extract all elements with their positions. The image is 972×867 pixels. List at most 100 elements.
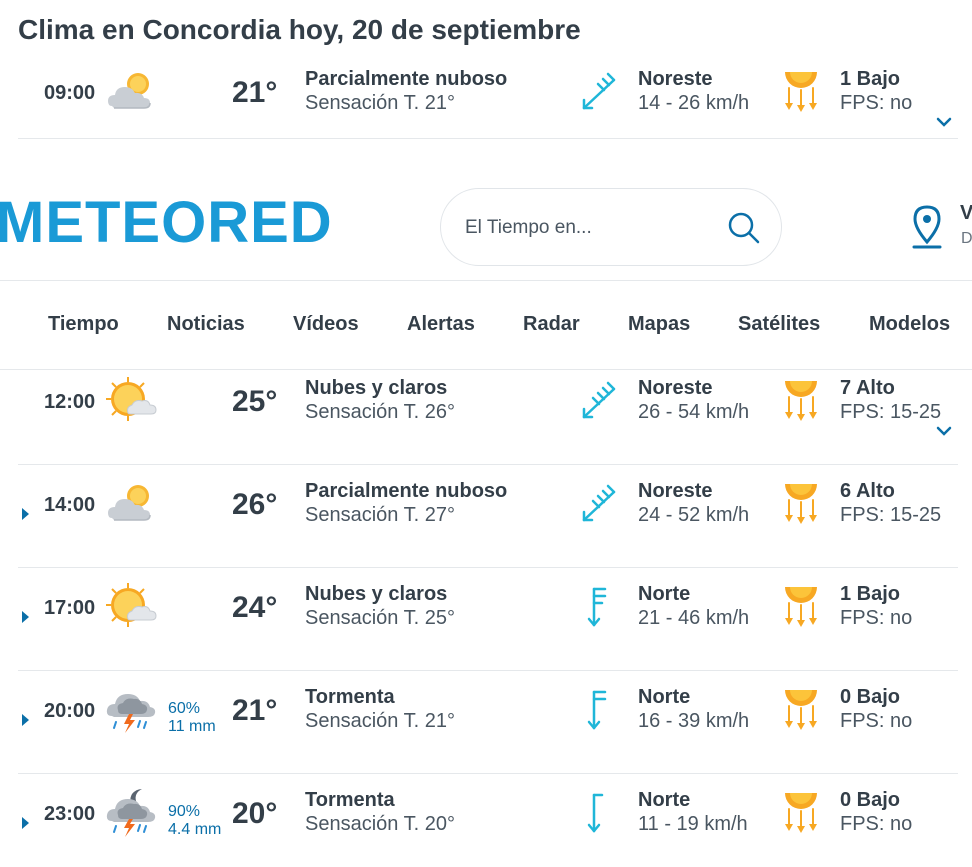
expand-arrow-icon[interactable] bbox=[22, 611, 29, 623]
nav-mapas[interactable]: Mapas bbox=[628, 313, 690, 336]
precip-amount: 11 mm bbox=[168, 718, 216, 735]
temperature: 26° bbox=[232, 488, 278, 521]
wind-direction: Norte bbox=[638, 583, 691, 605]
hourly-row-2300[interactable]: 23:00 90% 4.4 mm 20° Tormenta Sensación … bbox=[18, 773, 958, 867]
hour-label: 17:00 bbox=[44, 597, 96, 619]
condition: Nubes y claros bbox=[305, 377, 448, 399]
temperature: 21° bbox=[232, 694, 278, 727]
condition: Parcialmente nuboso bbox=[305, 68, 508, 90]
nav-tiempo[interactable]: Tiempo bbox=[48, 313, 119, 336]
fps-value: FPS: no bbox=[840, 813, 913, 835]
feels-like: Sensación T. 21° bbox=[305, 710, 455, 732]
wind-speed: 16 - 39 km/h bbox=[638, 710, 750, 732]
fps-value: FPS: 15-25 bbox=[840, 504, 942, 526]
uv-sun-icon bbox=[782, 66, 820, 112]
night-thunderstorm-icon bbox=[104, 787, 160, 837]
nav-alertas[interactable]: Alertas bbox=[407, 313, 475, 336]
feels-like: Sensación T. 25° bbox=[305, 607, 455, 629]
wind-north-icon bbox=[578, 791, 622, 835]
wind-speed: 26 - 54 km/h bbox=[638, 401, 750, 423]
condition: Parcialmente nuboso bbox=[305, 480, 508, 502]
search-icon[interactable] bbox=[727, 211, 761, 245]
nav-modelos[interactable]: Modelos bbox=[869, 313, 950, 336]
uv-sun-icon bbox=[782, 684, 820, 730]
site-header: METEORED El Tiempo en... V D Tiempo Noti… bbox=[0, 156, 972, 370]
fps-value: FPS: 15-25 bbox=[840, 401, 942, 423]
uv-index: 1 Bajo bbox=[840, 583, 901, 605]
expand-arrow-icon[interactable] bbox=[22, 714, 29, 726]
uv-index: 0 Bajo bbox=[840, 686, 901, 708]
thunderstorm-icon bbox=[104, 684, 160, 734]
condition: Nubes y claros bbox=[305, 583, 448, 605]
uv-sun-icon bbox=[782, 375, 820, 421]
location-pin-icon[interactable] bbox=[910, 204, 944, 250]
wind-northeast-icon bbox=[578, 379, 622, 423]
location-name[interactable]: V bbox=[960, 202, 972, 225]
expand-arrow-icon[interactable] bbox=[22, 508, 29, 520]
page-title: Clima en Concordia hoy, 20 de septiembre bbox=[18, 14, 581, 45]
precip-probability: 60% bbox=[168, 700, 201, 717]
feels-like: Sensación T. 27° bbox=[305, 504, 455, 526]
uv-sun-icon bbox=[782, 581, 820, 627]
meteored-logo[interactable]: METEORED bbox=[0, 182, 341, 250]
hour-label: 23:00 bbox=[44, 803, 96, 825]
wind-direction: Norte bbox=[638, 789, 691, 811]
nav-radar[interactable]: Radar bbox=[523, 313, 580, 336]
uv-index: 1 Bajo bbox=[840, 68, 901, 90]
wind-direction: Noreste bbox=[638, 480, 713, 502]
fps-value: FPS: no bbox=[840, 92, 913, 114]
logo-text: METEORED bbox=[0, 190, 333, 250]
chevron-down-icon[interactable] bbox=[936, 425, 952, 437]
partly-cloudy-icon bbox=[104, 478, 160, 528]
hour-label: 12:00 bbox=[44, 391, 96, 413]
location-subtitle: D bbox=[961, 230, 972, 247]
wind-speed: 11 - 19 km/h bbox=[638, 813, 748, 835]
fps-value: FPS: no bbox=[840, 607, 913, 629]
wind-direction: Noreste bbox=[638, 377, 713, 399]
hourly-row-1700[interactable]: 17:00 24° Nubes y claros Sensación T. 25… bbox=[18, 567, 958, 671]
wind-northeast-icon bbox=[578, 482, 622, 526]
sun-clouds-icon bbox=[104, 375, 160, 425]
fps-value: FPS: no bbox=[840, 710, 913, 732]
hourly-row-2000[interactable]: 20:00 60% 11 mm 21° Tormenta Sensación T… bbox=[18, 670, 958, 774]
precipitation: 60% 11 mm bbox=[168, 700, 216, 736]
partly-cloudy-icon bbox=[104, 66, 160, 116]
chevron-down-icon[interactable] bbox=[936, 116, 952, 128]
wind-north-icon bbox=[578, 688, 622, 732]
hourly-row-1200[interactable]: 12:00 25° Nubes y claros Sensación T. 26… bbox=[18, 361, 958, 465]
wind-direction: Norte bbox=[638, 686, 691, 708]
temperature: 24° bbox=[232, 591, 278, 624]
precipitation: 90% 4.4 mm bbox=[168, 803, 221, 839]
uv-sun-icon bbox=[782, 478, 820, 524]
search-box[interactable]: El Tiempo en... bbox=[440, 188, 782, 266]
hour-label: 09:00 bbox=[44, 82, 96, 104]
feels-like: Sensación T. 20° bbox=[305, 813, 455, 835]
wind-speed: 21 - 46 km/h bbox=[638, 607, 750, 629]
sun-clouds-icon bbox=[104, 581, 160, 631]
uv-index: 7 Alto bbox=[840, 377, 895, 399]
temperature: 21° bbox=[232, 76, 278, 109]
wind-north-icon bbox=[578, 585, 622, 629]
precip-amount: 4.4 mm bbox=[168, 821, 222, 838]
hourly-row-1400[interactable]: 14:00 26° Parcialmente nuboso Sensación … bbox=[18, 464, 958, 568]
wind-speed: 14 - 26 km/h bbox=[638, 92, 750, 114]
feels-like: Sensación T. 21° bbox=[305, 92, 455, 114]
hourly-row-0900[interactable]: 09:00 21° Parcialmente nuboso Sensación … bbox=[18, 52, 958, 139]
condition: Tormenta bbox=[305, 789, 395, 811]
wind-northeast-icon bbox=[578, 70, 622, 114]
condition: Tormenta bbox=[305, 686, 395, 708]
uv-index: 0 Bajo bbox=[840, 789, 901, 811]
nav-videos[interactable]: Vídeos bbox=[293, 313, 359, 336]
main-nav: Tiempo Noticias Vídeos Alertas Radar Map… bbox=[0, 281, 972, 369]
wind-speed: 24 - 52 km/h bbox=[638, 504, 750, 526]
search-input[interactable]: El Tiempo en... bbox=[465, 217, 592, 239]
hour-label: 14:00 bbox=[44, 494, 96, 516]
wind-direction: Noreste bbox=[638, 68, 713, 90]
nav-noticias[interactable]: Noticias bbox=[167, 313, 245, 336]
feels-like: Sensación T. 26° bbox=[305, 401, 455, 423]
temperature: 20° bbox=[232, 797, 278, 830]
nav-satelites[interactable]: Satélites bbox=[738, 313, 820, 336]
expand-arrow-icon[interactable] bbox=[22, 817, 29, 829]
precip-probability: 90% bbox=[168, 803, 201, 820]
temperature: 25° bbox=[232, 385, 278, 418]
